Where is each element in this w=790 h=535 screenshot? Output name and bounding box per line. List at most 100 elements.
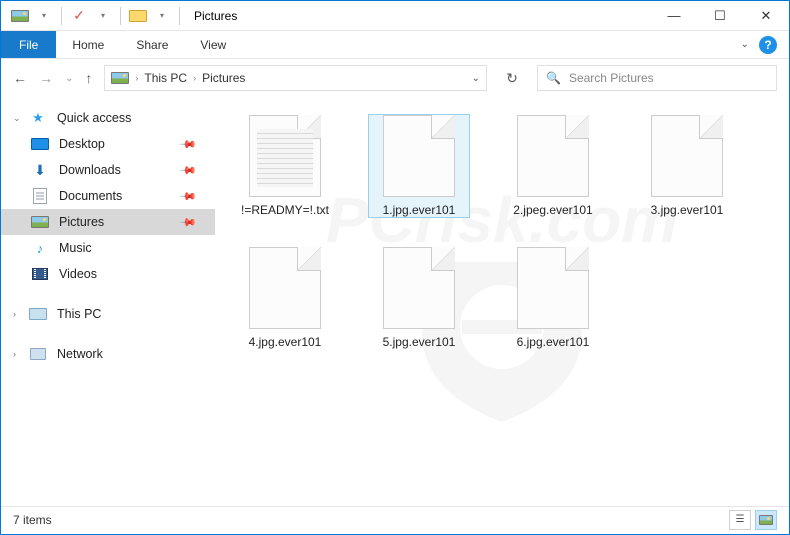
- file-name: 5.jpg.ever101: [383, 335, 456, 349]
- sidebar-item-label: Desktop: [59, 137, 105, 151]
- details-view-button[interactable]: ☰: [729, 510, 751, 530]
- sidebar-item-label: Documents: [59, 189, 122, 203]
- file-name: 4.jpg.ever101: [249, 335, 322, 349]
- search-icon: 🔍: [546, 71, 561, 85]
- forward-button[interactable]: →: [39, 70, 53, 86]
- sidebar-item-label: Music: [59, 241, 92, 255]
- ribbon-tabs: File Home Share View ⌄ ?: [1, 31, 789, 59]
- sidebar-item-label: Downloads: [59, 163, 121, 177]
- up-button[interactable]: ↑: [85, 70, 92, 86]
- help-button[interactable]: ?: [759, 36, 777, 54]
- search-placeholder: Search Pictures: [569, 71, 654, 85]
- chevron-right-icon[interactable]: ›: [135, 73, 138, 83]
- sidebar-item-pictures[interactable]: Pictures 📌: [1, 209, 215, 235]
- item-count: 7 items: [13, 513, 52, 527]
- sidebar-item-quick-access[interactable]: ⌄ ★ Quick access: [1, 105, 215, 131]
- status-bar: 7 items ☰: [1, 506, 789, 532]
- tab-home[interactable]: Home: [56, 31, 120, 58]
- quick-access-toolbar: ▾ ✓ ▾ ▾ Pictures: [1, 5, 237, 27]
- chevron-right-icon[interactable]: ›: [13, 349, 16, 359]
- ribbon-right: ⌄ ?: [741, 31, 789, 58]
- sidebar-item-label: Videos: [59, 267, 97, 281]
- file-name: 2.jpeg.ever101: [513, 203, 592, 217]
- separator: [61, 7, 62, 25]
- file-item[interactable]: 5.jpg.ever101: [369, 247, 469, 349]
- pin-icon: 📌: [179, 161, 198, 180]
- file-name: 3.jpg.ever101: [651, 203, 724, 217]
- this-pc-group: › This PC: [1, 301, 215, 327]
- sidebar-item-this-pc[interactable]: › This PC: [1, 301, 215, 327]
- sidebar-item-label: This PC: [57, 307, 101, 321]
- sidebar-item-videos[interactable]: Videos: [1, 261, 215, 287]
- chevron-down-icon[interactable]: ⌄: [13, 113, 21, 124]
- document-icon: [31, 189, 49, 203]
- address-dropdown-icon[interactable]: ⌄: [472, 73, 480, 84]
- unknown-file-icon: [383, 115, 455, 197]
- file-item[interactable]: 1.jpg.ever101: [369, 115, 469, 217]
- desktop-icon: [31, 137, 49, 151]
- breadcrumb[interactable]: This PC: [144, 71, 187, 85]
- tab-share[interactable]: Share: [120, 31, 184, 58]
- sidebar-item-network[interactable]: › Network: [1, 341, 215, 367]
- file-item[interactable]: !=READMY=!.txt: [235, 115, 335, 217]
- recent-locations-button[interactable]: ⌄: [65, 73, 73, 84]
- quick-access-group: ⌄ ★ Quick access Desktop 📌 ⬇ Downloads 📌…: [1, 105, 215, 287]
- unknown-file-icon: [383, 247, 455, 329]
- unknown-file-icon: [651, 115, 723, 197]
- sidebar-item-downloads[interactable]: ⬇ Downloads 📌: [1, 157, 215, 183]
- search-box[interactable]: 🔍 Search Pictures: [537, 65, 777, 91]
- qat-dropdown-icon[interactable]: ▾: [92, 5, 114, 27]
- file-item[interactable]: 6.jpg.ever101: [503, 247, 603, 349]
- breadcrumb[interactable]: Pictures: [202, 71, 245, 85]
- refresh-button[interactable]: ↻: [499, 65, 525, 91]
- file-list-area[interactable]: PCrisk.com !=READMY=!.txt1.jpg.ever1012.…: [215, 97, 789, 506]
- file-tab[interactable]: File: [1, 31, 56, 58]
- minimize-button[interactable]: —: [651, 1, 697, 31]
- file-name: !=READMY=!.txt: [241, 203, 329, 217]
- file-grid: !=READMY=!.txt 1.jpg.ever101 2.jpeg.ever10…: [235, 115, 769, 349]
- separator: [179, 7, 180, 25]
- navigation-pane: ⌄ ★ Quick access Desktop 📌 ⬇ Downloads 📌…: [1, 97, 215, 506]
- tab-view[interactable]: View: [184, 31, 242, 58]
- titlebar: ▾ ✓ ▾ ▾ Pictures — ☐ ✕: [1, 1, 789, 31]
- music-icon: ♪: [31, 241, 49, 255]
- sidebar-item-desktop[interactable]: Desktop 📌: [1, 131, 215, 157]
- folder-icon[interactable]: [127, 5, 149, 27]
- address-bar[interactable]: › This PC › Pictures ⌄: [104, 65, 487, 91]
- pin-icon: 📌: [179, 213, 198, 232]
- window-title: Pictures: [194, 9, 237, 23]
- nav-arrows: ← → ⌄ ↑: [13, 70, 92, 86]
- navigation-bar: ← → ⌄ ↑ › This PC › Pictures ⌄ ↻ 🔍 Searc…: [1, 59, 789, 97]
- download-icon: ⬇: [31, 163, 49, 177]
- large-icons-view-button[interactable]: [755, 510, 777, 530]
- separator: [120, 7, 121, 25]
- maximize-button[interactable]: ☐: [697, 1, 743, 31]
- network-icon: [29, 347, 47, 361]
- main-area: ⌄ ★ Quick access Desktop 📌 ⬇ Downloads 📌…: [1, 97, 789, 506]
- collapse-ribbon-icon[interactable]: ⌄: [741, 39, 749, 50]
- unknown-file-icon: [249, 247, 321, 329]
- close-button[interactable]: ✕: [743, 1, 789, 31]
- file-item[interactable]: 2.jpeg.ever101: [503, 115, 603, 217]
- chevron-right-icon[interactable]: ›: [193, 73, 196, 83]
- chevron-right-icon[interactable]: ›: [13, 309, 16, 319]
- back-button[interactable]: ←: [13, 70, 27, 86]
- picture-icon: [111, 72, 129, 84]
- file-item[interactable]: 4.jpg.ever101: [235, 247, 335, 349]
- unknown-file-icon: [517, 247, 589, 329]
- file-item[interactable]: 3.jpg.ever101: [637, 115, 737, 217]
- sidebar-item-music[interactable]: ♪ Music: [1, 235, 215, 261]
- qat-overflow-icon[interactable]: ▾: [151, 5, 173, 27]
- video-icon: [31, 267, 49, 281]
- text-file-icon: [249, 115, 321, 197]
- picture-icon: [9, 5, 31, 27]
- picture-icon: [31, 215, 49, 229]
- caption-buttons: — ☐ ✕: [651, 1, 789, 31]
- file-name: 6.jpg.ever101: [517, 335, 590, 349]
- check-icon[interactable]: ✓: [68, 5, 90, 27]
- pc-icon: [29, 307, 47, 321]
- star-icon: ★: [29, 111, 47, 125]
- sidebar-item-documents[interactable]: Documents 📌: [1, 183, 215, 209]
- qat-dropdown-icon[interactable]: ▾: [33, 5, 55, 27]
- sidebar-item-label: Network: [57, 347, 103, 361]
